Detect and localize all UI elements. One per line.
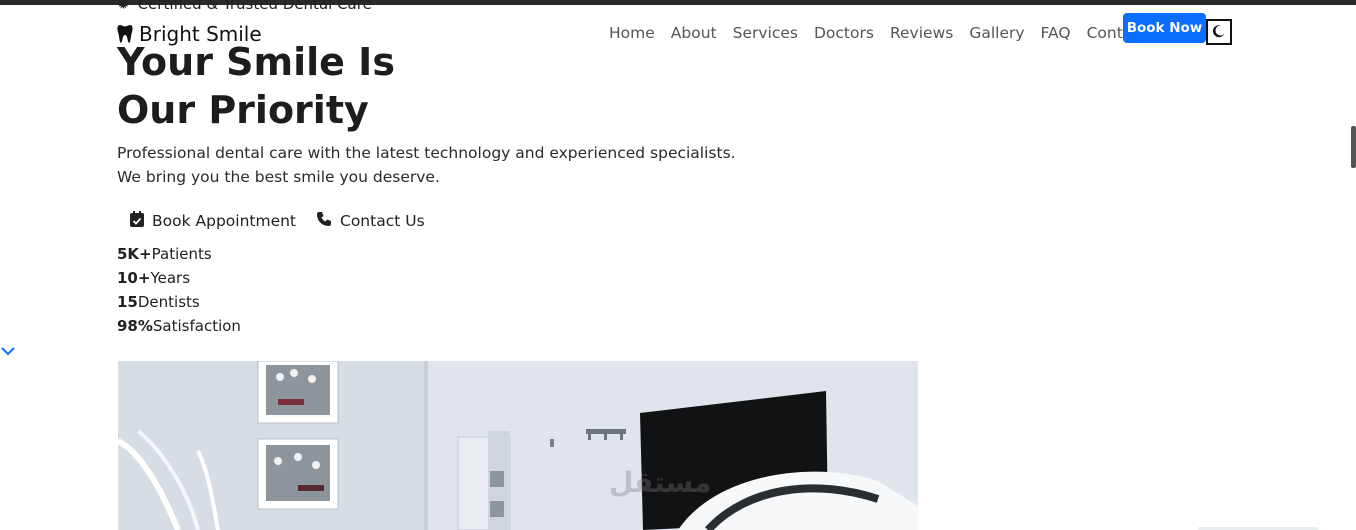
stat-label: Patients [151, 245, 212, 263]
watermark: مستقل [609, 466, 712, 499]
certification-text: Certified & Trusted Dental Care [137, 0, 372, 13]
certification-banner: ✹ Certified & Trusted Dental Care [117, 0, 372, 13]
hero-title-line-2: Our Priority [117, 88, 369, 132]
stat-label: Satisfaction [152, 317, 241, 335]
moon-icon [1212, 23, 1226, 42]
nav-faq[interactable]: FAQ [1033, 22, 1079, 44]
page-scrollbar-thumb[interactable] [1351, 126, 1356, 168]
main-nav: Home About Services Doctors Reviews Gall… [601, 22, 1155, 44]
phone-icon [316, 211, 332, 231]
stat-value: 10+ [117, 269, 151, 287]
stat-value: 98% [117, 317, 153, 335]
hero-title: Your Smile Is Our Priority [117, 38, 395, 134]
nav-reviews[interactable]: Reviews [882, 22, 961, 44]
stat-label: Dentists [137, 293, 200, 311]
nav-home[interactable]: Home [601, 22, 663, 44]
contact-us-button[interactable]: Contact Us [316, 211, 425, 231]
nav-doctors[interactable]: Doctors [806, 22, 882, 44]
stat-satisfaction: 98%Satisfaction [117, 314, 241, 338]
calendar-check-icon [130, 211, 144, 231]
book-now-button[interactable]: Book Now [1123, 13, 1206, 43]
hero-title-line-1: Your Smile Is [117, 40, 395, 84]
chevron-down-icon [0, 342, 16, 361]
theme-toggle-button[interactable] [1206, 19, 1232, 45]
contact-us-label: Contact Us [340, 212, 425, 230]
stat-value: 15 [117, 293, 138, 311]
hero-stats: 5K+Patients 10+Years 15Dentists 98%Satis… [117, 242, 241, 338]
book-appointment-button[interactable]: Book Appointment [130, 211, 296, 231]
certificate-icon: ✹ [117, 0, 130, 13]
scroll-down-button[interactable] [0, 342, 16, 361]
stat-value: 5K+ [117, 245, 152, 263]
stat-patients: 5K+Patients [117, 242, 241, 266]
nav-about[interactable]: About [663, 22, 725, 44]
nav-gallery[interactable]: Gallery [961, 22, 1032, 44]
stat-years: 10+Years [117, 266, 241, 290]
stat-label: Years [150, 269, 191, 287]
hero-description: Professional dental care with the latest… [117, 144, 736, 186]
book-appointment-label: Book Appointment [152, 212, 297, 230]
stat-dentists: 15Dentists [117, 290, 241, 314]
clinic-photo [118, 361, 918, 530]
nav-services[interactable]: Services [725, 22, 806, 44]
